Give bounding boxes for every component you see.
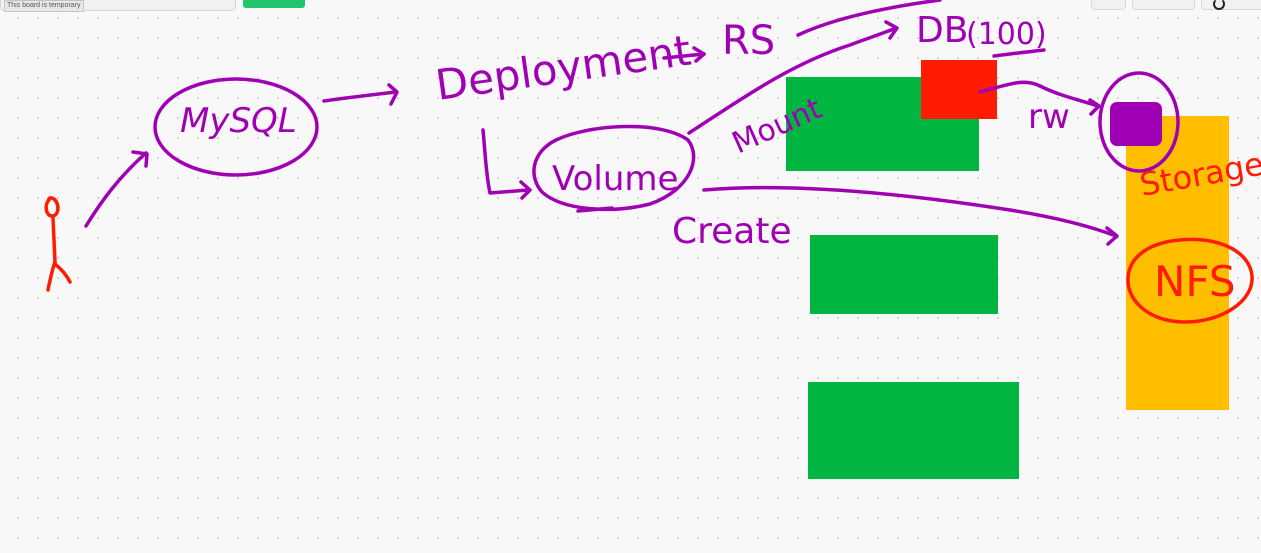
stick-figure-icon: [44, 196, 72, 292]
label-nfs: NFS: [1154, 257, 1236, 306]
label-rs: RS: [722, 18, 775, 64]
whiteboard-drawing-layer[interactable]: MySQL Deployment RS DB (100) Volume Moun…: [0, 0, 1261, 553]
label-rw: rw: [1028, 97, 1070, 137]
label-deployment: Deployment: [433, 26, 694, 110]
storage-disk-icon: [1110, 102, 1162, 146]
label-volume: Volume: [552, 159, 678, 199]
label-storage: Storage: [1137, 145, 1261, 204]
arrow-mysql-to-deployment: [322, 90, 398, 103]
arrow-user-to-mysql: [84, 151, 148, 228]
label-mysql: MySQL: [180, 101, 297, 141]
label-db: DB: [916, 10, 968, 51]
label-mount: Mount: [727, 91, 827, 161]
label-db-port: (100): [966, 17, 1047, 52]
label-create: Create: [672, 211, 792, 252]
